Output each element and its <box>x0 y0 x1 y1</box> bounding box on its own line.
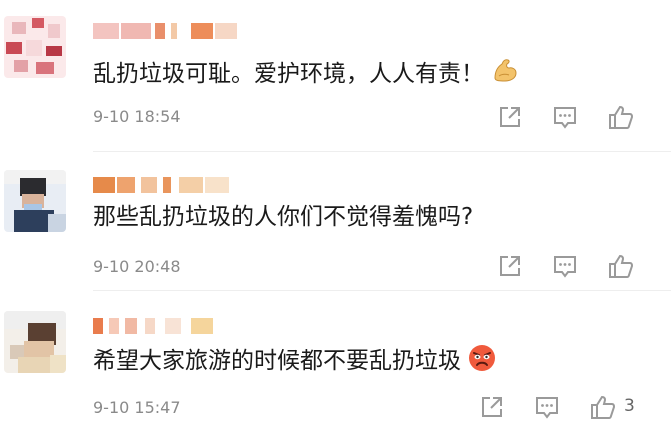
share-icon[interactable] <box>497 253 523 279</box>
comment-item: 希望大家旅游的时候都不要乱扔垃圾 9-10 15:47 3 <box>0 291 671 448</box>
username-blurred[interactable] <box>93 174 253 196</box>
comment-icon[interactable] <box>534 394 560 420</box>
thumbs-up-icon[interactable] <box>608 253 634 279</box>
thumbs-up-icon[interactable] <box>590 394 616 420</box>
angry-face-emoji <box>469 345 495 371</box>
comment-icon[interactable] <box>552 253 578 279</box>
thumbs-up-icon[interactable] <box>608 104 634 130</box>
comment-actions <box>0 394 671 420</box>
avatar[interactable] <box>4 16 66 78</box>
share-icon[interactable] <box>479 394 505 420</box>
like-count: 3 <box>624 396 635 416</box>
flexed-biceps-emoji <box>494 59 517 82</box>
comment-text: 乱扔垃圾可耻。爱护环境，人人有责！ <box>93 56 520 89</box>
avatar[interactable] <box>4 311 66 373</box>
comment-text: 那些乱扔垃圾的人你们不觉得羞愧吗? <box>93 202 473 232</box>
comment-item: 乱扔垃圾可耻。爱护环境，人人有责！ 9-10 18:54 <box>0 0 671 150</box>
comment-text-content: 那些乱扔垃圾的人你们不觉得羞愧吗? <box>93 204 474 230</box>
avatar[interactable] <box>4 170 66 232</box>
share-icon[interactable] <box>497 104 523 130</box>
comment-text-content: 乱扔垃圾可耻。爱护环境，人人有责！ <box>93 61 484 87</box>
username-blurred[interactable] <box>93 315 253 337</box>
username-blurred[interactable] <box>93 20 253 42</box>
comment-text-content: 希望大家旅游的时候都不要乱扔垃圾 <box>93 348 461 374</box>
comment-actions <box>0 104 671 130</box>
comment-text: 希望大家旅游的时候都不要乱扔垃圾 <box>93 343 497 376</box>
comment-actions <box>0 253 671 279</box>
comment-item: 那些乱扔垃圾的人你们不觉得羞愧吗? 9-10 20:48 <box>0 152 671 289</box>
comment-feed: 乱扔垃圾可耻。爱护环境，人人有责！ 9-10 18:54 那些乱扔垃圾的人你们不… <box>0 0 671 448</box>
comment-icon[interactable] <box>552 104 578 130</box>
